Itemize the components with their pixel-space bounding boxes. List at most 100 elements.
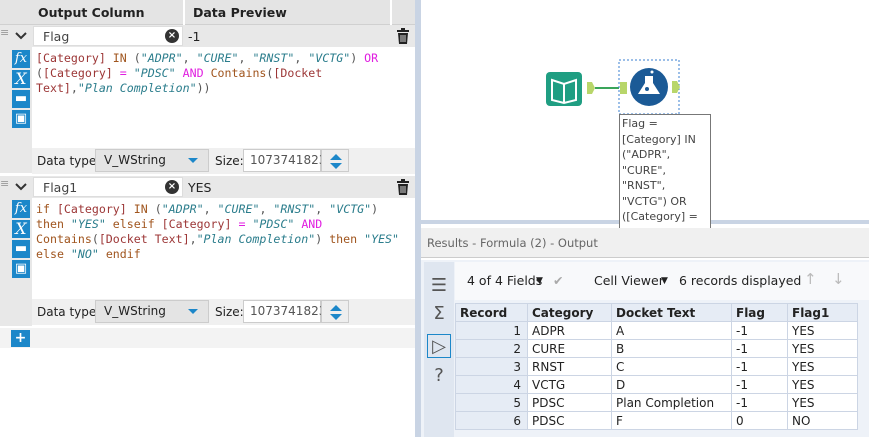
table-cell[interactable]: YES <box>787 393 858 412</box>
table-cell[interactable]: YES <box>787 321 858 340</box>
token-p: , <box>259 202 274 216</box>
token-str: "YES" <box>70 217 106 231</box>
token-str: "Plan Completion" <box>196 232 316 246</box>
dropdown-arrow-icon <box>188 309 198 314</box>
trash-icon[interactable] <box>396 28 410 44</box>
table-row: 2 CURE B -1 YES <box>455 339 858 358</box>
function-icon[interactable]: fx <box>12 50 30 68</box>
table-cell[interactable]: CURE <box>527 339 612 358</box>
table-cell[interactable]: PDSC <box>527 411 612 430</box>
output-anchor[interactable] <box>587 82 595 94</box>
output-anchor[interactable] <box>672 81 680 93</box>
table-cell[interactable]: F <box>611 411 732 430</box>
drag-handle-icon[interactable]: ≡ <box>0 178 10 189</box>
table-cell[interactable]: YES <box>787 357 858 376</box>
open-folder-icon[interactable]: ▬ <box>12 90 30 108</box>
chevron-down-icon[interactable] <box>14 180 28 194</box>
drag-handle-icon[interactable]: ≡ <box>0 27 10 38</box>
dropdown-arrow-icon[interactable]: ▼ <box>536 276 543 286</box>
column-header-docket-text[interactable]: Docket Text <box>611 303 732 322</box>
size-input[interactable]: 1073741823 <box>243 149 326 172</box>
checkmark-icon[interactable]: ✔ <box>553 273 563 288</box>
table-cell[interactable]: 4 <box>455 375 528 394</box>
token-p <box>64 217 71 231</box>
token-kw: if <box>36 202 50 216</box>
expression-editor[interactable]: [Category] IN ("ADPR", "CURE", "RNST", "… <box>36 47 415 148</box>
trash-icon[interactable] <box>396 179 410 195</box>
expression-line: then "YES" elseif [Category] = "PDSC" AN… <box>36 217 415 232</box>
token-str: "Plan Completion" <box>77 81 197 95</box>
table-cell[interactable]: NO <box>787 411 858 430</box>
table-cell[interactable]: C <box>611 357 732 376</box>
table-cell[interactable]: RNST <box>527 357 612 376</box>
clear-icon[interactable]: × <box>165 29 179 43</box>
table-cell[interactable]: PDSC <box>527 393 612 412</box>
table-view-icon[interactable]: ☰ <box>427 274 451 298</box>
dropdown-arrow-icon[interactable]: ▼ <box>661 276 668 286</box>
arrow-up-icon[interactable]: ↑ <box>804 270 817 288</box>
variable-icon[interactable]: X <box>12 70 30 88</box>
token-p: ( <box>91 232 99 246</box>
token-op: AND <box>301 217 323 231</box>
variable-icon[interactable]: X <box>12 220 30 238</box>
column-header-category[interactable]: Category <box>527 303 612 322</box>
token-p <box>113 66 120 80</box>
open-folder-icon[interactable]: ▬ <box>12 240 30 258</box>
formula-tool-icon[interactable] <box>630 68 668 106</box>
size-spinner[interactable] <box>321 149 349 172</box>
table-cell[interactable]: -1 <box>731 393 788 412</box>
table-cell[interactable]: B <box>611 339 732 358</box>
table-cell[interactable]: -1 <box>731 375 788 394</box>
save-icon[interactable]: ▣ <box>12 260 30 278</box>
token-p <box>127 202 134 216</box>
dropdown-arrow-icon <box>188 158 198 163</box>
help-icon[interactable]: ? <box>427 364 451 388</box>
expression-line: Text],"Plan Completion")) <box>36 81 415 96</box>
clear-icon[interactable]: × <box>165 180 179 194</box>
fields-selector[interactable]: 4 of 4 Fields <box>467 273 542 288</box>
size-spinner[interactable] <box>321 300 349 323</box>
token-p: ) <box>315 232 330 246</box>
table-cell[interactable]: 0 <box>731 411 788 430</box>
table-cell[interactable]: 1 <box>455 321 528 340</box>
table-cell[interactable]: YES <box>787 375 858 394</box>
table-cell[interactable]: 6 <box>455 411 528 430</box>
token-str: "PDSC" <box>133 66 176 80</box>
expression-editor[interactable]: if [Category] IN ("ADPR", "CURE", "RNST"… <box>36 198 415 299</box>
tag-icon[interactable]: ▷ <box>427 334 451 358</box>
table-cell[interactable]: 5 <box>455 393 528 412</box>
arrow-down-icon[interactable]: ↓ <box>832 270 845 288</box>
table-cell[interactable]: Plan Completion <box>611 393 732 412</box>
token-p: ( <box>126 51 141 65</box>
token-p: , <box>182 51 197 65</box>
save-icon[interactable]: ▣ <box>12 110 30 128</box>
table-cell[interactable]: A <box>611 321 732 340</box>
function-icon[interactable]: fx <box>12 200 30 218</box>
table-cell[interactable]: 2 <box>455 339 528 358</box>
table-cell[interactable]: VCTG <box>527 375 612 394</box>
input-data-tool-icon[interactable] <box>546 72 582 106</box>
data-type-select[interactable]: V_WString <box>95 149 209 172</box>
column-header-flag[interactable]: Flag <box>731 303 788 322</box>
token-str: "RNST" <box>252 51 295 65</box>
size-input[interactable]: 1073741823 <box>243 300 326 323</box>
table-cell[interactable]: -1 <box>731 357 788 376</box>
table-cell[interactable]: D <box>611 375 732 394</box>
input-anchor[interactable] <box>620 82 627 94</box>
chevron-down-icon[interactable] <box>14 29 28 43</box>
table-cell[interactable]: ADPR <box>527 321 612 340</box>
table-cell[interactable]: 3 <box>455 357 528 376</box>
data-type-select[interactable]: V_WString <box>95 300 209 323</box>
table-cell[interactable]: YES <box>787 339 858 358</box>
cell-viewer-selector[interactable]: Cell Viewer <box>594 273 664 288</box>
table-cell[interactable]: -1 <box>731 339 788 358</box>
column-header-flag1[interactable]: Flag1 <box>787 303 858 322</box>
tool-annotation: Flag = [Category] IN ("ADPR", "CURE", "R… <box>619 114 711 242</box>
table-cell[interactable]: -1 <box>731 321 788 340</box>
output-column-name-input[interactable]: Flag × <box>33 26 183 46</box>
column-header-record[interactable]: Record <box>455 303 528 322</box>
output-column-name-input[interactable]: Flag1 × <box>33 177 183 197</box>
add-expression-button[interactable]: + <box>11 330 30 347</box>
summary-icon[interactable]: Σ <box>427 302 451 326</box>
workflow-canvas[interactable]: Flag = [Category] IN ("ADPR", "CURE", "R… <box>421 0 869 242</box>
